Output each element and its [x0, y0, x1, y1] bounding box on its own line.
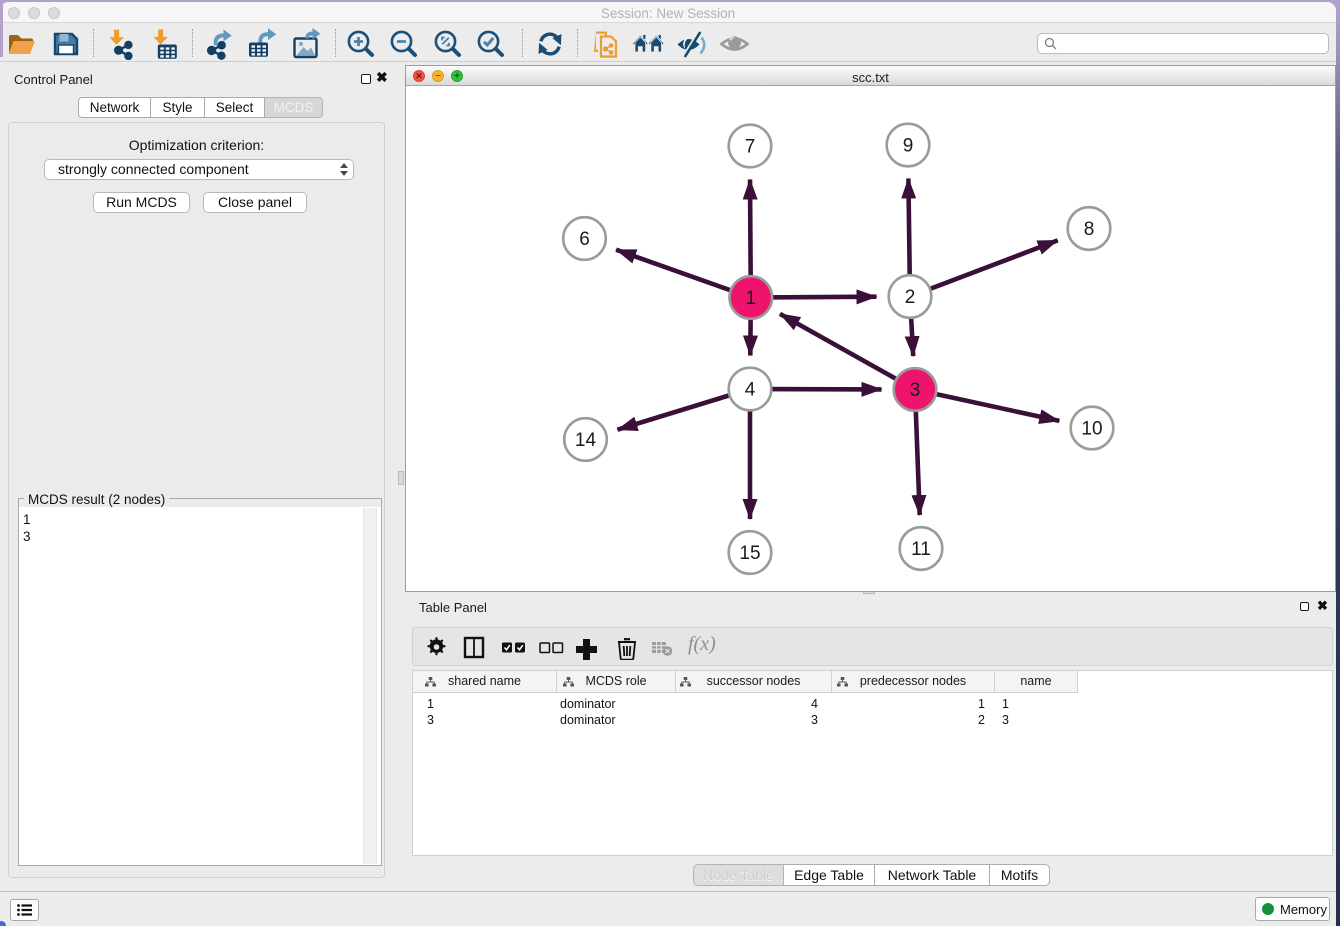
- svg-text:4: 4: [745, 380, 756, 401]
- svg-text:2: 2: [905, 287, 916, 308]
- svg-text:10: 10: [1081, 419, 1102, 440]
- svg-text:14: 14: [575, 430, 597, 451]
- svg-text:9: 9: [903, 136, 914, 157]
- svg-text:6: 6: [579, 229, 590, 250]
- svg-text:15: 15: [739, 543, 760, 564]
- svg-text:8: 8: [1084, 219, 1095, 240]
- svg-text:3: 3: [910, 380, 921, 401]
- svg-text:7: 7: [745, 137, 756, 158]
- svg-text:11: 11: [911, 539, 931, 560]
- svg-text:1: 1: [746, 288, 757, 309]
